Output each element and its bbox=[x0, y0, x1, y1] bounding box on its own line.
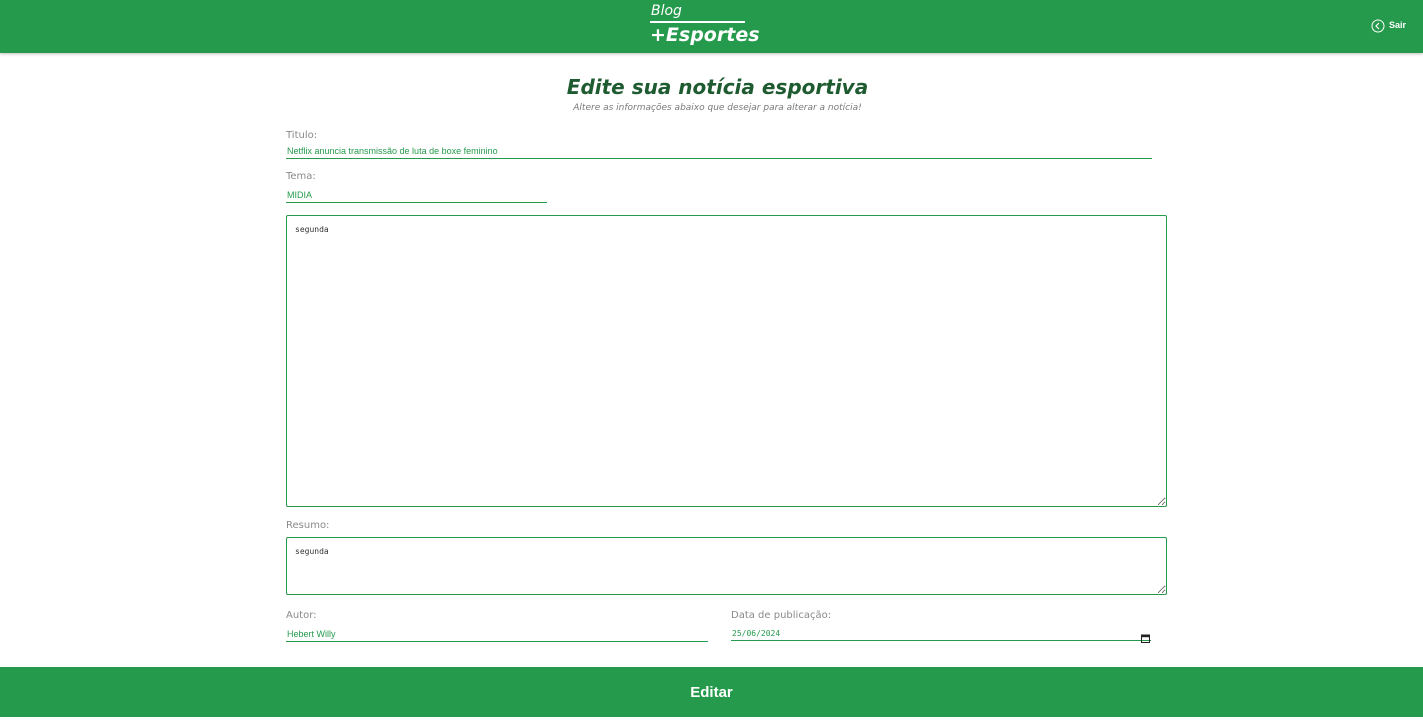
logo-line-blog: Blog bbox=[650, 3, 745, 23]
arrow-left-circle-icon bbox=[1371, 18, 1385, 33]
author-label: Autor: bbox=[286, 610, 317, 621]
content-textarea[interactable]: segunda bbox=[286, 215, 1167, 507]
date-label: Data de publicação: bbox=[731, 610, 832, 621]
page-title: Edite sua notícia esportiva bbox=[566, 75, 869, 99]
logout-button[interactable]: Sair bbox=[1371, 18, 1407, 33]
logout-label: Sair bbox=[1389, 20, 1407, 30]
summary-label: Resumo: bbox=[286, 520, 330, 531]
title-label: Titulo: bbox=[286, 130, 318, 141]
edit-submit-button[interactable]: Editar bbox=[0, 667, 1423, 717]
blog-logo[interactable]: Blog +Esportes bbox=[650, 3, 760, 47]
title-input[interactable] bbox=[286, 143, 1152, 159]
date-input[interactable]: 25/06/2024 bbox=[731, 627, 1151, 643]
summary-textarea[interactable]: segunda bbox=[286, 537, 1167, 595]
logo-line-esportes: +Esportes bbox=[650, 24, 760, 46]
page-subtitle: Altere as informações abaixo que desejar… bbox=[573, 103, 862, 113]
date-value: 25/06/2024 bbox=[732, 629, 781, 638]
calendar-icon[interactable] bbox=[1141, 628, 1150, 643]
author-input[interactable] bbox=[286, 626, 708, 642]
theme-label: Tema: bbox=[286, 171, 316, 182]
theme-input[interactable] bbox=[286, 187, 547, 203]
header-bar: Blog +Esportes Sair bbox=[0, 0, 1423, 53]
